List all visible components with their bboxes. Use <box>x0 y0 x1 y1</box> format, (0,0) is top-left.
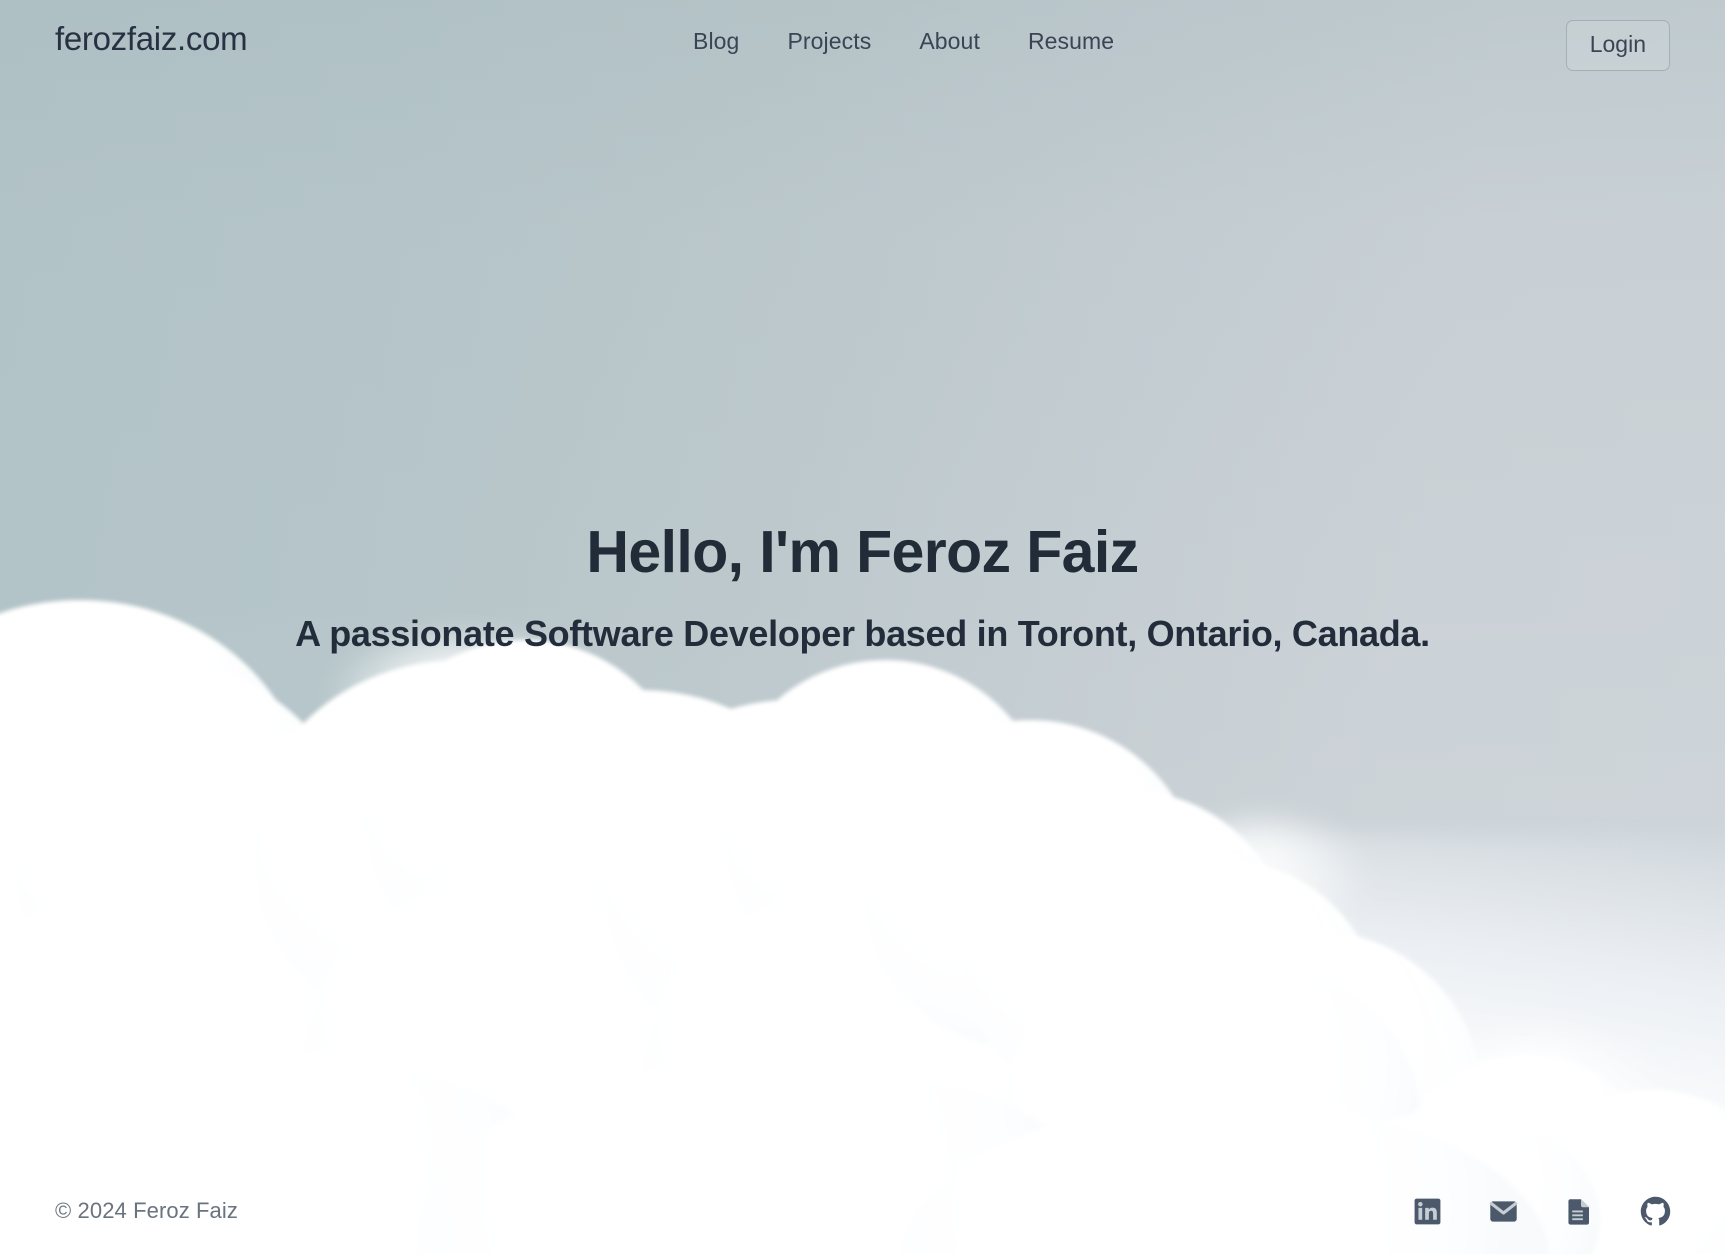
site-logo[interactable]: ferozfaiz.com <box>55 20 248 58</box>
site-footer: © 2024 Feroz Faiz <box>0 1168 1725 1254</box>
copyright-text: © 2024 Feroz Faiz <box>55 1198 238 1223</box>
login-button[interactable]: Login <box>1565 20 1670 71</box>
hero-subtitle: A passionate Software Developer based in… <box>295 612 1430 654</box>
site-header: ferozfaiz.com Blog Projects About Resume… <box>0 0 1725 88</box>
resume-document-link[interactable] <box>1562 1194 1596 1228</box>
linkedin-link[interactable] <box>1410 1194 1444 1228</box>
resume-document-icon <box>1564 1196 1594 1226</box>
social-links <box>1410 1194 1672 1228</box>
nav-item-projects[interactable]: Projects <box>787 28 871 55</box>
page-root: ferozfaiz.com Blog Projects About Resume… <box>0 0 1725 1254</box>
main-navigation: Blog Projects About Resume <box>693 28 1114 55</box>
nav-item-about[interactable]: About <box>919 28 980 55</box>
github-icon <box>1639 1195 1672 1228</box>
email-link[interactable] <box>1486 1194 1520 1228</box>
linkedin-icon <box>1412 1196 1443 1227</box>
hero-section: Hello, I'm Feroz Faiz A passionate Softw… <box>0 520 1725 654</box>
email-icon <box>1487 1195 1520 1228</box>
github-link[interactable] <box>1638 1194 1672 1228</box>
nav-item-resume[interactable]: Resume <box>1028 28 1114 55</box>
hero-title: Hello, I'm Feroz Faiz <box>586 519 1139 585</box>
nav-item-blog[interactable]: Blog <box>693 28 739 55</box>
